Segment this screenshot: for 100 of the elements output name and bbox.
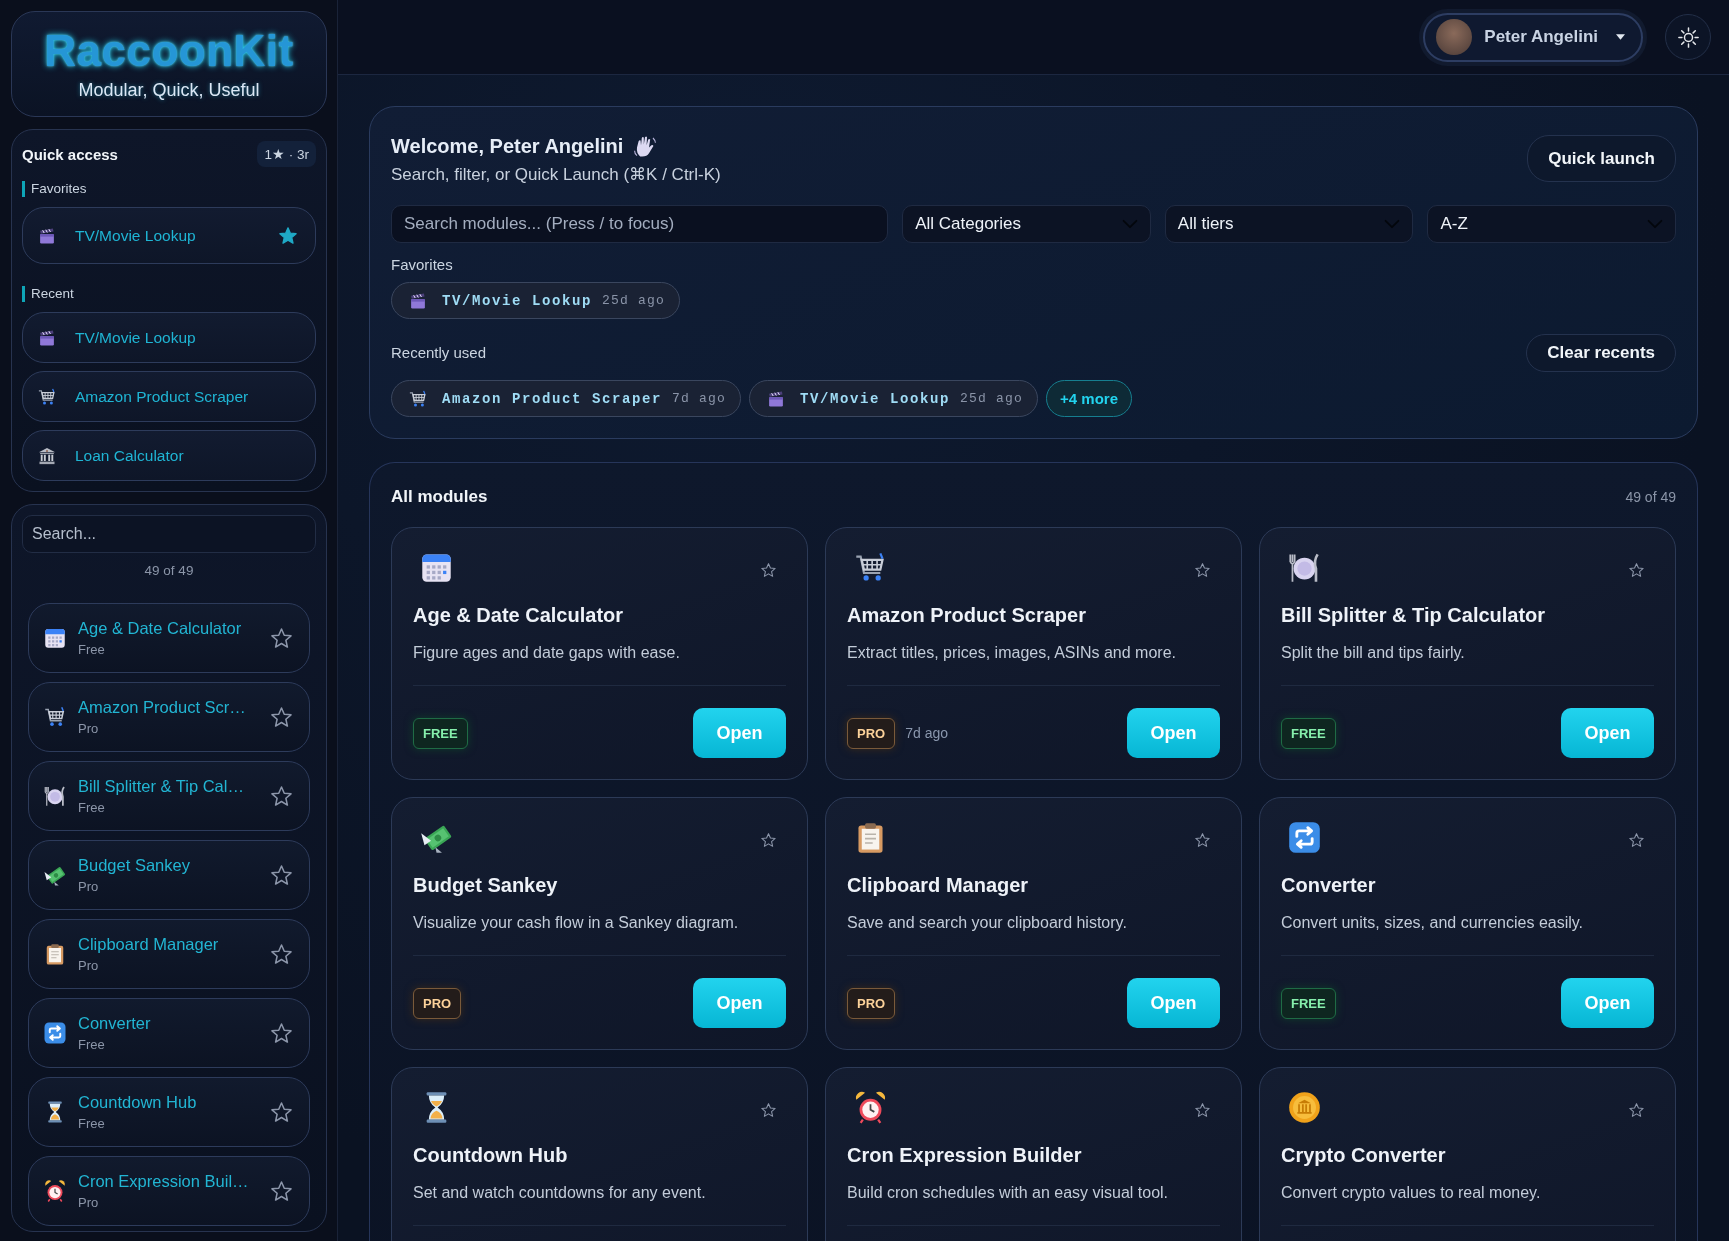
chevron-down-icon <box>1121 219 1138 229</box>
tier-label: Pro <box>78 721 100 737</box>
star-icon[interactable] <box>271 786 292 806</box>
section-label: Favorites <box>22 181 316 197</box>
tier-badge: FREE <box>1281 717 1336 749</box>
more-recents-button[interactable]: +4 more <box>1046 380 1133 417</box>
tier-label: Pro <box>78 879 100 895</box>
module-description: Convert crypto values to real money. <box>1281 1183 1542 1203</box>
module-description: Set and watch countdowns for any event. <box>413 1183 707 1203</box>
welcome-subtitle: Search, filter, or Quick Launch (⌘K / Ctrl-K) <box>391 164 721 186</box>
calendar-icon <box>43 626 67 650</box>
star-icon[interactable] <box>1629 833 1644 847</box>
alarm-clock-icon <box>853 1090 888 1125</box>
module-description: Build cron schedules with an easy visual tool. <box>847 1183 1170 1203</box>
star-icon[interactable] <box>761 1103 776 1117</box>
module-chip[interactable]: TV/Movie Lookup 25d ago <box>391 282 681 319</box>
star-icon[interactable] <box>1195 833 1210 847</box>
star-icon[interactable] <box>761 563 776 577</box>
star-icon[interactable] <box>1629 563 1644 577</box>
tagline: Modular, Quick, Useful <box>78 79 260 101</box>
shopping-cart-icon <box>37 386 57 407</box>
star-icon[interactable] <box>271 628 292 648</box>
module-title: Bill Splitter & Tip Calculator <box>1281 603 1547 628</box>
module-list-item[interactable]: Amazon Product Scr… Pro <box>28 682 310 752</box>
tier-badge: PRO <box>413 987 462 1019</box>
search-field[interactable]: Search modules... (Press / to focus) <box>391 205 889 243</box>
last-used-time: 7d ago <box>905 725 948 741</box>
module-description: Convert units, sizes, and currencies easily. <box>1281 913 1585 933</box>
star-icon[interactable] <box>271 707 292 727</box>
logo-wordmark: RaccoonKit <box>44 27 294 75</box>
quick-access-item[interactable]: TV/Movie Lookup <box>22 207 316 264</box>
tier-badge: FREE <box>413 717 468 749</box>
filter-dropdown[interactable]: A-Z <box>1427 205 1676 243</box>
last-used-time: 7d ago <box>672 391 727 406</box>
star-icon[interactable] <box>1195 563 1210 577</box>
quick-access-item[interactable]: TV/Movie Lookup <box>22 312 316 363</box>
clear-recents-button[interactable]: Clear recents <box>1526 334 1676 372</box>
avatar-placeholder <box>1436 19 1473 55</box>
module-title: Converter <box>1281 873 1377 898</box>
module-title: Cron Expression Builder <box>847 1143 1083 1168</box>
module-description: Extract titles, prices, images, ASINs and more. <box>847 643 1177 663</box>
result-count: 49 of 49 <box>1625 489 1676 505</box>
welcome-title: Welcome, Peter Angelini <box>391 134 624 159</box>
filter-dropdown[interactable]: All tiers <box>1164 205 1414 243</box>
module-title: Budget Sankey <box>413 873 559 898</box>
module-title: Crypto Converter <box>1281 1143 1447 1168</box>
search-field[interactable]: Search... <box>22 515 316 553</box>
star-icon[interactable] <box>271 1023 292 1043</box>
filter-dropdown[interactable]: All Categories <box>902 205 1151 243</box>
star-icon[interactable] <box>761 833 776 847</box>
module-title: Countdown Hub <box>413 1143 569 1168</box>
tier-label: Free <box>78 642 106 658</box>
star-icon[interactable] <box>279 227 297 244</box>
star-icon[interactable] <box>1195 1103 1210 1117</box>
section-label: Favorites <box>391 256 454 274</box>
coin-icon <box>1287 1090 1322 1125</box>
module-list-item[interactable]: Budget Sankey Pro <box>28 840 310 910</box>
module-list-item[interactable]: Converter Free <box>28 998 310 1068</box>
tier-label: Free <box>78 1037 106 1053</box>
panel-title: Quick access <box>22 145 118 163</box>
count-badge: 1★ · 3r <box>257 141 316 167</box>
module-title: Age & Date Calculator <box>413 603 625 628</box>
module-list-item[interactable]: Clipboard Manager Pro <box>28 919 310 989</box>
shopping-cart-icon <box>408 388 428 409</box>
star-icon[interactable] <box>271 865 292 885</box>
module-chip[interactable]: Amazon Product Scraper 7d ago <box>391 380 742 417</box>
last-used-time: 25d ago <box>960 391 1024 406</box>
star-icon[interactable] <box>271 1181 292 1201</box>
module-list-item[interactable]: Cron Expression Buil… Pro <box>28 1156 310 1226</box>
tier-label: Pro <box>78 958 100 974</box>
star-icon[interactable] <box>1629 1103 1644 1117</box>
module-list-item[interactable]: Countdown Hub Free <box>28 1077 310 1147</box>
tier-label: Pro <box>78 1195 100 1211</box>
star-icon[interactable] <box>271 1102 292 1122</box>
tier-label: Free <box>78 800 106 816</box>
theme-toggle-button[interactable] <box>1665 14 1711 60</box>
sun-icon <box>1677 26 1699 48</box>
star-icon[interactable] <box>271 944 292 964</box>
bank-building-icon <box>37 445 57 466</box>
module-list-item[interactable]: Age & Date Calculator Free <box>28 603 310 673</box>
tier-label: Free <box>78 1116 106 1132</box>
section-label: Recently used <box>391 344 487 362</box>
repeat-arrows-icon <box>43 1021 67 1045</box>
waving-hand-icon <box>633 134 658 158</box>
section-label: Recent <box>22 286 316 302</box>
quick-launch-button[interactable]: Quick launch <box>1527 135 1676 182</box>
module-chip[interactable]: TV/Movie Lookup 25d ago <box>749 380 1039 417</box>
module-description: Save and search your clipboard history. <box>847 913 1128 933</box>
caret-icon <box>1616 34 1625 40</box>
quick-access-item[interactable]: Loan Calculator <box>22 430 316 481</box>
module-list-item[interactable]: Bill Splitter & Tip Cal… Free <box>28 761 310 831</box>
quick-access-item[interactable]: Amazon Product Scraper <box>22 371 316 422</box>
shopping-cart-icon <box>43 705 67 729</box>
chevron-down-icon <box>1384 219 1401 229</box>
repeat-arrows-icon <box>1287 820 1322 855</box>
module-title: Amazon Product Scraper <box>847 603 1087 628</box>
plate-and-cutlery-icon <box>43 784 67 808</box>
tier-badge: PRO <box>847 717 896 749</box>
alarm-clock-icon <box>43 1179 67 1203</box>
module-title: Clipboard Manager <box>847 873 1030 898</box>
